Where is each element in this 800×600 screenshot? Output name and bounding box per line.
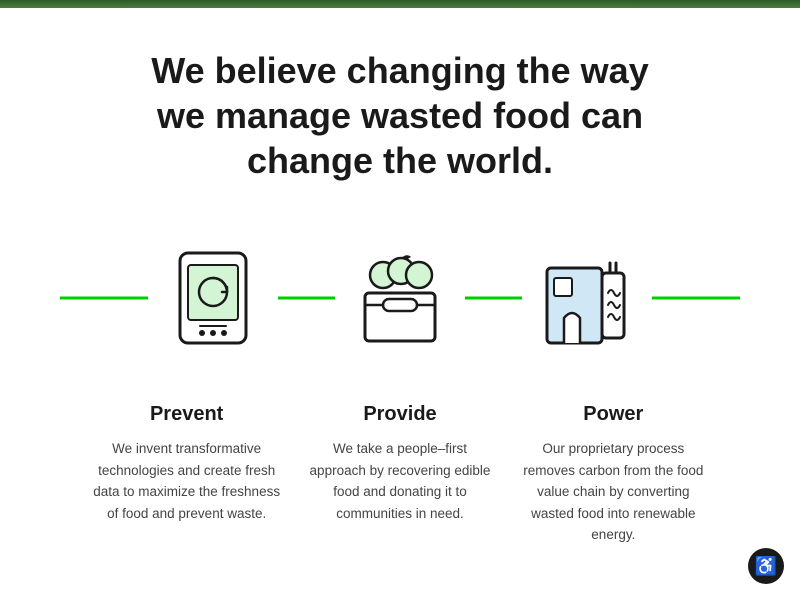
- power-title: Power: [517, 403, 710, 426]
- prevent-column: Prevent We invent transformative technol…: [90, 403, 283, 546]
- accessibility-icon: ♿: [755, 556, 777, 577]
- energy-icon: [532, 243, 642, 353]
- provide-icon-wrapper: [335, 233, 465, 363]
- headline: We believe changing the way we manage wa…: [60, 48, 740, 183]
- headline-line2: we manage wasted food can: [157, 95, 643, 136]
- power-icon-wrapper: [522, 233, 652, 363]
- phone-icon: [158, 243, 268, 353]
- headline-line1: We believe changing the way: [151, 50, 648, 91]
- prevent-icon-wrapper: [148, 233, 278, 363]
- power-text: Our proprietary process removes carbon f…: [517, 438, 710, 546]
- headline-line3: change the world.: [247, 140, 553, 181]
- prevent-text: We invent transformative technologies an…: [90, 438, 283, 524]
- food-box-icon: [345, 243, 455, 353]
- prevent-title: Prevent: [90, 403, 283, 426]
- power-column: Power Our proprietary process removes ca…: [517, 403, 710, 546]
- provide-title: Provide: [303, 403, 496, 426]
- icons-row: [60, 233, 740, 363]
- top-strip: [0, 0, 800, 8]
- provide-column: Provide We take a people–first approach …: [303, 403, 496, 546]
- main-content: We believe changing the way we manage wa…: [0, 8, 800, 576]
- provide-text: We take a people–first approach by recov…: [303, 438, 496, 524]
- accessibility-button[interactable]: ♿: [748, 548, 784, 584]
- columns-row: Prevent We invent transformative technol…: [60, 403, 740, 546]
